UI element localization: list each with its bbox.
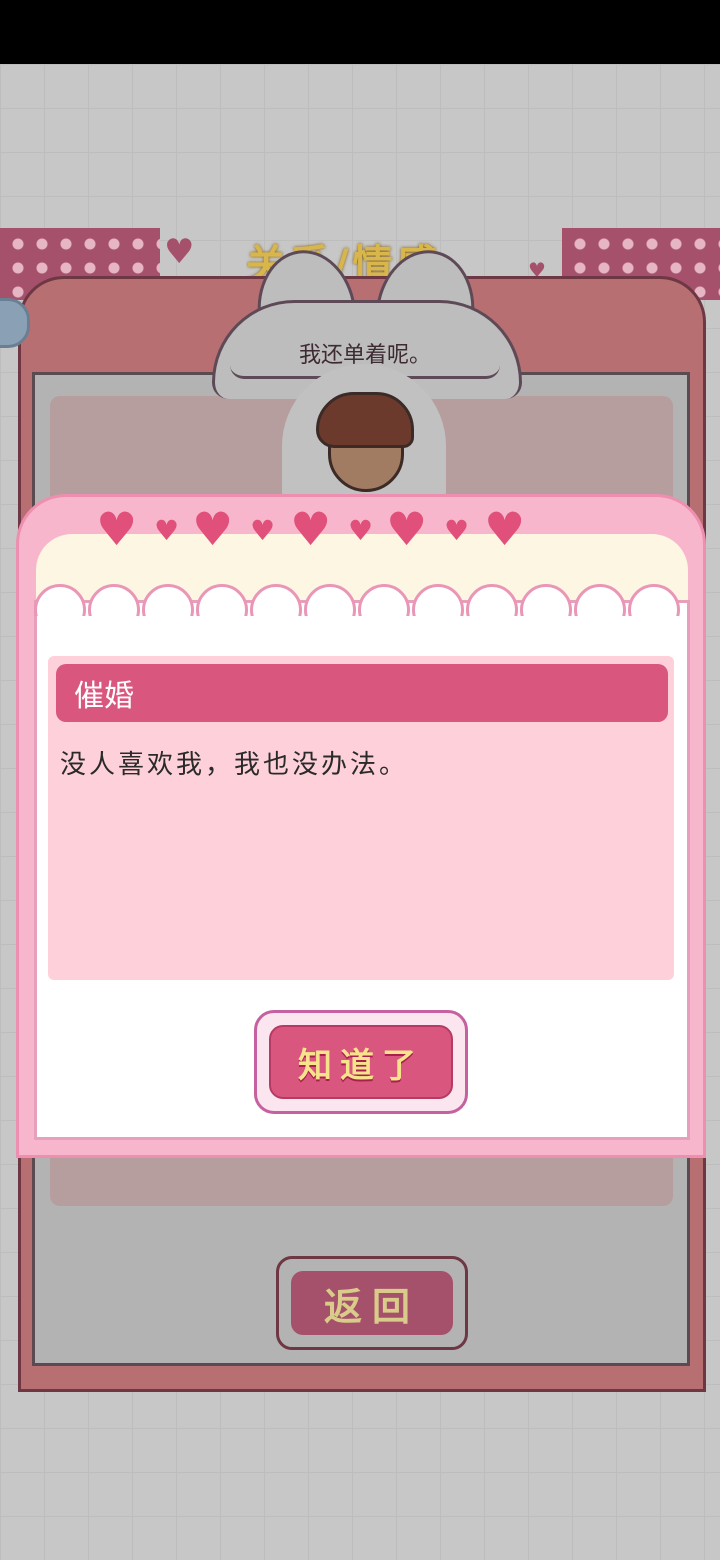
hearts-decoration: ♥ ♥ ♥ ♥ ♥ ♥ ♥ ♥ ♥ <box>96 502 536 556</box>
heart-icon: ♥ <box>250 514 276 547</box>
back-button[interactable]: 返回 <box>276 1256 468 1350</box>
event-description: 没人喜欢我，我也没办法。 <box>60 750 409 780</box>
confirm-button-label: 知道了 <box>269 1025 453 1099</box>
heart-icon: ♥ <box>192 502 234 556</box>
heart-icon: ♥ <box>386 502 428 556</box>
status-bar <box>0 0 720 64</box>
heart-icon: ♥ <box>348 514 374 547</box>
heart-icon: ♥ <box>444 514 470 547</box>
heart-icon: ♥ <box>96 502 138 556</box>
heart-icon: ♥ <box>484 502 526 556</box>
heart-icon: ♥ <box>164 232 195 272</box>
scallop-border <box>34 584 690 616</box>
event-title: 催婚 <box>56 664 668 722</box>
heart-icon: ♥ <box>154 514 180 547</box>
heart-icon: ♥ <box>290 502 332 556</box>
confirm-button[interactable]: 知道了 <box>254 1010 468 1114</box>
back-button-label: 返回 <box>291 1271 453 1335</box>
avatar-hair-icon <box>316 392 414 448</box>
